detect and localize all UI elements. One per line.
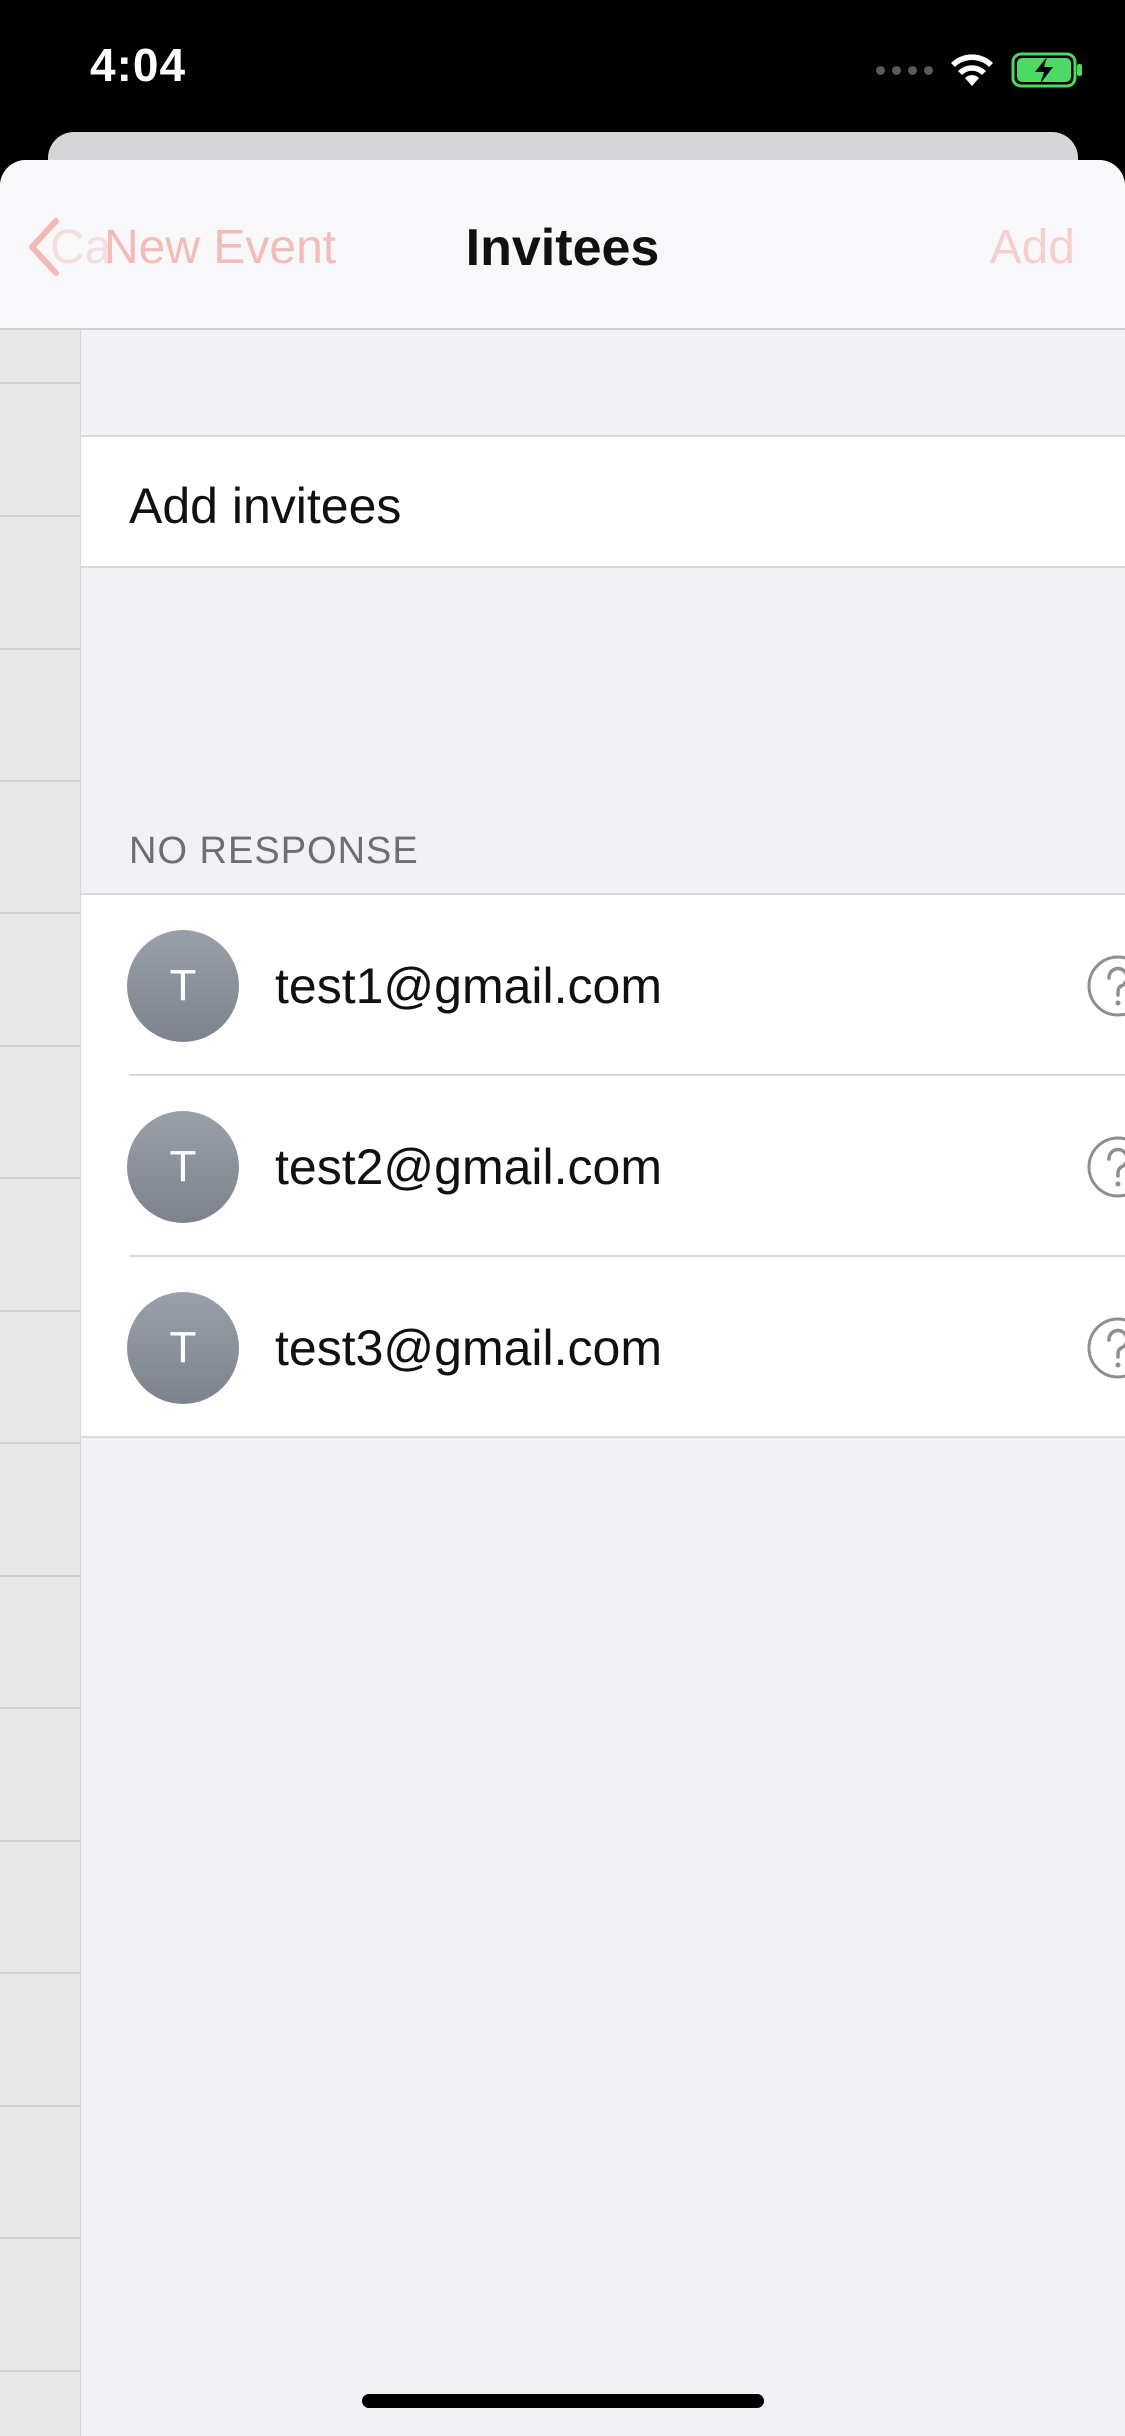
avatar: T bbox=[127, 930, 239, 1042]
divider bbox=[0, 382, 80, 384]
divider bbox=[0, 780, 80, 782]
avatar: T bbox=[127, 1292, 239, 1404]
invitee-email: test3@gmail.com bbox=[275, 1320, 662, 1376]
add-button[interactable]: Add bbox=[990, 220, 1075, 275]
invitee-row[interactable]: T test1@gmail.com bbox=[81, 895, 1125, 1076]
divider bbox=[0, 912, 80, 914]
divider bbox=[0, 515, 80, 517]
divider bbox=[0, 1575, 80, 1577]
divider bbox=[0, 1972, 80, 1974]
invitee-email: test1@gmail.com bbox=[275, 958, 662, 1014]
divider bbox=[0, 2237, 80, 2239]
wifi-icon bbox=[951, 54, 993, 86]
divider bbox=[0, 648, 80, 650]
navigation-bar: Ca New Event Invitees Add bbox=[0, 160, 1125, 330]
status-icons bbox=[876, 50, 1085, 90]
invitee-row[interactable]: T test2@gmail.com bbox=[81, 1076, 1125, 1257]
home-indicator[interactable] bbox=[362, 2394, 764, 2408]
question-circle-icon[interactable] bbox=[1086, 1135, 1125, 1199]
question-circle-icon[interactable] bbox=[1086, 954, 1125, 1018]
section-header-no-response: NO RESPONSE bbox=[129, 830, 419, 872]
question-circle-icon[interactable] bbox=[1086, 1316, 1125, 1380]
page-title: Invitees bbox=[465, 219, 660, 277]
divider bbox=[0, 1442, 80, 1444]
screen: 4:04 Ca New Event Invitees Add Add invit… bbox=[0, 0, 1125, 2436]
cellular-signal-icon bbox=[876, 65, 933, 75]
divider bbox=[0, 1045, 80, 1047]
status-time: 4:04 bbox=[90, 39, 187, 91]
add-invitees-row[interactable]: Add invitees bbox=[81, 435, 1125, 568]
divider bbox=[0, 1310, 80, 1312]
divider bbox=[0, 2105, 80, 2107]
battery-charging-icon bbox=[1011, 52, 1082, 88]
invitee-list: T test1@gmail.com T test2@gmail.com T te… bbox=[81, 893, 1125, 1438]
invitee-row[interactable]: T test3@gmail.com bbox=[81, 1257, 1125, 1438]
invitee-email: test2@gmail.com bbox=[275, 1139, 662, 1195]
divider bbox=[0, 1840, 80, 1842]
add-invitees-label: Add invitees bbox=[129, 478, 402, 534]
invitees-content: Add invitees NO RESPONSE T test1@gmail.c… bbox=[81, 330, 1125, 2436]
underlying-calendar-strip bbox=[0, 330, 81, 2436]
divider bbox=[0, 1707, 80, 1709]
avatar: T bbox=[127, 1111, 239, 1223]
invitees-sheet: Ca New Event Invitees Add Add invitees N… bbox=[0, 160, 1125, 2436]
divider bbox=[0, 1177, 80, 1179]
divider bbox=[0, 2370, 80, 2372]
